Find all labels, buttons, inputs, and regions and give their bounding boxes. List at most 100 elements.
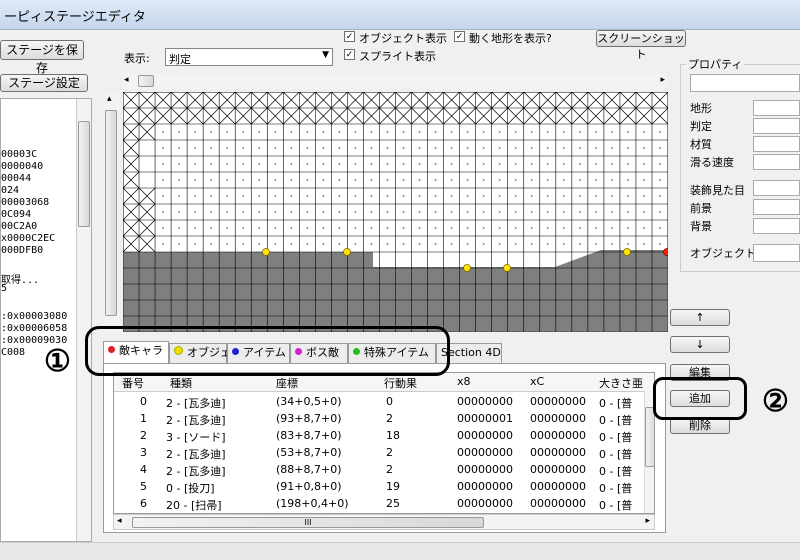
display-select[interactable]: 判定 ▼ xyxy=(165,48,333,66)
empty-cell-dot xyxy=(370,227,373,229)
empty-cell-dot xyxy=(338,163,341,165)
screenshot-button[interactable]: スクリーンショット xyxy=(596,30,686,61)
scroll-left-icon[interactable]: ◂ xyxy=(124,75,129,85)
table-scroll-left-icon[interactable]: ◂ xyxy=(117,516,122,526)
empty-cell-dot xyxy=(210,131,213,133)
object-marker xyxy=(463,264,471,272)
table-cell: 0 xyxy=(386,395,393,408)
empty-cell-dot xyxy=(338,195,341,197)
table-row[interactable]: 3 2 - [瓦多迪] (53+8,7+0) 2 00000000 00000000 0 -… xyxy=(114,444,654,461)
map-hscrollbar[interactable]: ◂ ▸ xyxy=(122,74,667,89)
table-row[interactable]: 5 0 - [投刀] (91+0,8+0) 19 00000000 00000000 0 -… xyxy=(114,478,654,495)
col-header-type[interactable]: 種類 xyxy=(170,375,192,391)
prop-slide-speed-field[interactable] xyxy=(753,154,800,170)
empty-cell-dot xyxy=(562,147,565,149)
table-vscroll-thumb[interactable] xyxy=(645,407,654,467)
prop-judgment-field[interactable] xyxy=(753,118,800,134)
prop-terrain-field[interactable] xyxy=(753,100,800,116)
table-cell: 00000000 xyxy=(530,395,586,408)
table-row[interactable]: 2 3 - [ソード] (83+8,7+0) 18 00000000 00000000 0 … xyxy=(114,427,654,444)
empty-cell-dot xyxy=(434,211,437,213)
table-cell: 0 - [普 xyxy=(599,448,633,461)
move-up-button[interactable]: ↑ xyxy=(670,309,730,326)
show-objects-checkbox[interactable]: ✓ xyxy=(344,31,355,42)
table-cell: (53+8,7+0) xyxy=(276,446,342,459)
prop-material-field[interactable] xyxy=(753,136,800,152)
stage-map-canvas[interactable] xyxy=(123,92,668,332)
empty-cell-dot xyxy=(162,211,164,213)
prop-object-field[interactable] xyxy=(753,244,800,262)
save-stage-button[interactable]: ステージを保存 xyxy=(0,40,84,75)
empty-cell-dot xyxy=(611,243,613,245)
empty-cell-dot xyxy=(370,163,373,165)
show-sprites-checkbox[interactable]: ✓ xyxy=(344,49,355,60)
table-cell: 00000000 xyxy=(530,429,586,442)
table-cell: 0 xyxy=(140,395,147,408)
empty-cell-dot xyxy=(210,179,213,181)
empty-cell-dot xyxy=(194,227,197,229)
col-header-x8[interactable]: x8 xyxy=(457,375,471,388)
map-hscroll-thumb[interactable] xyxy=(138,75,154,87)
prop-background-field[interactable] xyxy=(753,218,800,234)
col-header-action[interactable]: 行動果 xyxy=(384,375,417,391)
empty-cell-dot xyxy=(594,147,597,149)
col-header-xc[interactable]: xC xyxy=(530,375,544,388)
map-vscrollbar[interactable]: ▴ xyxy=(104,94,119,334)
move-down-button[interactable]: ↓ xyxy=(670,336,730,353)
empty-cell-dot xyxy=(162,227,164,229)
stage-settings-button[interactable]: ステージ設定 xyxy=(0,74,88,92)
empty-cell-dot xyxy=(562,163,565,165)
empty-cell-dot xyxy=(370,195,373,197)
empty-cell-dot xyxy=(386,179,389,181)
left-panel-scrollbar[interactable] xyxy=(76,99,91,541)
scroll-right-icon[interactable]: ▸ xyxy=(660,75,665,85)
table-hscroll-thumb[interactable]: III xyxy=(132,517,484,528)
prop-foreground-field[interactable] xyxy=(753,199,800,215)
col-header-number[interactable]: 番号 xyxy=(122,375,144,391)
properties-top-field[interactable] xyxy=(690,74,800,92)
empty-cell-dot xyxy=(322,179,325,181)
left-list-line: 0C094 xyxy=(1,209,32,220)
table-row[interactable]: 6 20 - [扫帚] (198+0,4+0) 25 00000000 00000000 0… xyxy=(114,495,654,512)
display-select-value: 判定 xyxy=(169,53,191,66)
empty-cell-dot xyxy=(530,131,533,133)
empty-cell-dot xyxy=(627,163,629,165)
empty-cell-dot xyxy=(450,179,453,181)
empty-cell-dot xyxy=(450,227,453,229)
empty-cell-dot xyxy=(514,131,517,133)
table-row[interactable]: 02 - [瓦多迪] (34+0,5+0) 0 00000000 00000000 0 -… xyxy=(114,393,654,410)
empty-cell-dot xyxy=(482,147,485,149)
empty-cell-dot xyxy=(466,195,469,197)
table-cell: 0 - [普 xyxy=(599,465,633,478)
empty-cell-dot xyxy=(242,195,245,197)
map-vscroll-thumb[interactable] xyxy=(105,110,117,316)
empty-cell-dot xyxy=(386,195,389,197)
empty-cell-dot xyxy=(162,195,164,197)
empty-cell-dot xyxy=(514,227,517,229)
table-scroll-right-icon[interactable]: ▸ xyxy=(645,516,650,526)
empty-cell-dot xyxy=(402,147,405,149)
table-hscrollbar[interactable]: ◂ III ▸ xyxy=(113,514,655,530)
table-cell: 18 xyxy=(386,429,400,442)
empty-cell-dot xyxy=(226,195,229,197)
empty-cell-dot xyxy=(370,147,373,149)
empty-cell-dot xyxy=(482,195,485,197)
left-list-line: 024 xyxy=(1,185,20,196)
table-cell: (91+0,8+0) xyxy=(276,480,342,493)
col-header-size[interactable]: 大きさ亜 xyxy=(599,375,643,391)
object-marker xyxy=(262,248,270,256)
empty-cell-dot xyxy=(450,211,453,213)
table-cell: (88+8,7+0) xyxy=(276,463,342,476)
scroll-up-icon[interactable]: ▴ xyxy=(107,94,112,104)
col-header-coords[interactable]: 座標 xyxy=(276,375,298,391)
empty-cell-dot xyxy=(594,131,597,133)
empty-cell-dot xyxy=(258,163,261,165)
table-row[interactable]: 1 2 - [瓦多迪] (93+8,7+0) 2 00000001 00000000 0 -… xyxy=(114,410,654,427)
show-moving-terrain-checkbox[interactable]: ✓ xyxy=(454,31,465,42)
empty-cell-dot xyxy=(226,179,229,181)
table-cell: (83+8,7+0) xyxy=(276,429,342,442)
left-panel-scroll-thumb[interactable] xyxy=(78,121,90,227)
prop-decor-field[interactable] xyxy=(753,180,800,196)
table-row[interactable]: 4 2 - [瓦多迪] (88+8,7+0) 2 00000000 00000000 0 -… xyxy=(114,461,654,478)
left-info-panel: 00003C 0000040 00044 024 00003068 0C094 00C2A0… xyxy=(0,98,92,542)
